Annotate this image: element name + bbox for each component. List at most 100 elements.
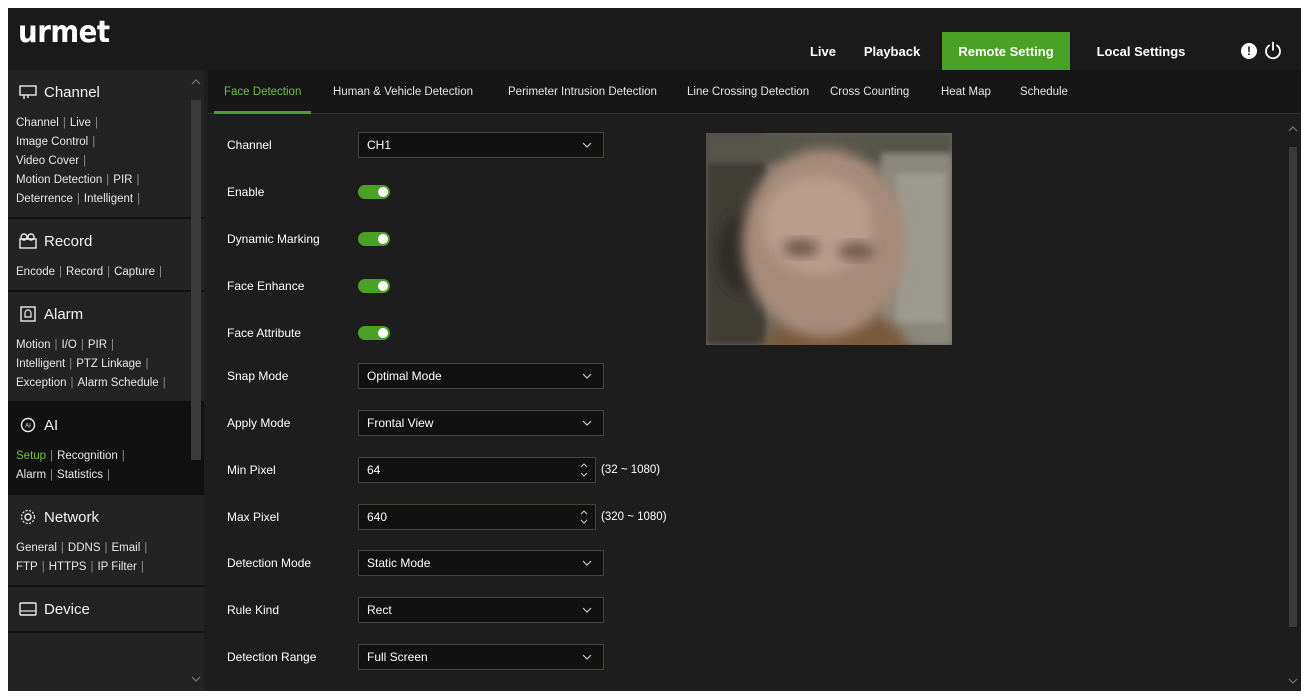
sidebar-link-capture[interactable]: Capture [114, 266, 155, 278]
separator: | [50, 450, 54, 462]
tab-human-vehicle-detection[interactable]: Human & Vehicle Detection [333, 70, 473, 114]
nav-local-settings[interactable]: Local Settings [1078, 32, 1204, 70]
sidebar-section-header[interactable]: Alarm [8, 292, 204, 336]
sidebar-link-pir[interactable]: PIR [88, 339, 107, 351]
sidebar-sections: Channel Channel | Live | Image Control | Video … [8, 70, 204, 633]
sidebar-link-image-control[interactable]: Image Control [16, 136, 88, 148]
sidebar-link-record[interactable]: Record [66, 266, 103, 278]
sidebar-link-recognition[interactable]: Recognition [57, 450, 118, 462]
channel-label: Channel [227, 138, 272, 152]
tab-face-detection[interactable]: Face Detection [213, 70, 312, 114]
sidebar-link-statistics[interactable]: Statistics [57, 469, 103, 481]
sidebar-link-video-cover[interactable]: Video Cover [16, 155, 79, 167]
sidebar-section-header[interactable]: Network [8, 495, 204, 539]
detection-range-value: Full Screen [367, 650, 428, 664]
channel-icon [18, 83, 38, 101]
sidebar-section-header[interactable]: Record [8, 219, 204, 263]
tab-perimeter-intrusion-detection[interactable]: Perimeter Intrusion Detection [508, 70, 657, 114]
snap-mode-select[interactable]: Optimal Mode [358, 363, 604, 389]
sidebar-link-pir[interactable]: PIR [113, 174, 132, 186]
tab-heat-map[interactable]: Heat Map [941, 70, 991, 114]
snap-mode-row: Snap Mode Optimal Mode [227, 363, 604, 389]
sidebar: Channel Channel | Live | Image Control | Video … [8, 70, 204, 691]
detection-mode-select[interactable]: Static Mode [358, 550, 604, 576]
face-attribute-row: Face Attribute [227, 320, 390, 346]
separator: | [80, 339, 84, 351]
separator: | [140, 561, 144, 573]
nav-playback[interactable]: Playback [846, 32, 938, 70]
sidebar-section-record: Record Encode | Record | Capture | [8, 219, 204, 292]
sidebar-link-ip-filter[interactable]: IP Filter [97, 561, 136, 573]
face-enhance-label: Face Enhance [227, 279, 305, 293]
tab-line-crossing-detection[interactable]: Line Crossing Detection [687, 70, 809, 114]
sidebar-link-motion-detection[interactable]: Motion Detection [16, 174, 102, 186]
sidebar-section-header[interactable]: Channel [8, 70, 204, 114]
apply-mode-select[interactable]: Frontal View [358, 410, 604, 436]
separator: | [54, 339, 58, 351]
channel-row: Channel CH1 [227, 132, 604, 158]
sidebar-subline: Motion Detection | PIR | [16, 171, 196, 190]
separator: | [107, 469, 111, 481]
enable-label: Enable [227, 185, 265, 199]
tab-schedule[interactable]: Schedule [1020, 70, 1068, 114]
nav-remote-setting[interactable]: Remote Setting [942, 32, 1070, 70]
sidebar-link-ftp[interactable]: FTP [16, 561, 38, 573]
min-pixel-value: 64 [367, 463, 381, 477]
nav-live[interactable]: Live [798, 32, 848, 70]
sidebar-sublinks: General | DDNS | Email | FTP | HTTPS | IP Filter | [8, 539, 204, 585]
alert-icon[interactable]: ! [1241, 43, 1257, 59]
sidebar-link-alarm[interactable]: Alarm [16, 469, 46, 481]
top-bar: urmet Live Playback Remote Setting Local… [8, 8, 1301, 70]
max-pixel-label: Max Pixel [227, 510, 280, 524]
sidebar-section-alarm: Alarm Motion | I/O | PIR | Intelligent | PTZ Link… [8, 292, 204, 403]
sidebar-scroll-thumb[interactable] [191, 100, 201, 460]
channel-select[interactable]: CH1 [358, 132, 604, 158]
min-pixel-label: Min Pixel [227, 463, 276, 477]
sidebar-section-title: Network [44, 508, 100, 526]
separator: | [69, 358, 73, 370]
sidebar-link-setup[interactable]: Setup [16, 450, 46, 462]
apply-mode-row: Apply Mode Frontal View [227, 410, 604, 436]
max-pixel-input[interactable]: 640 [358, 504, 596, 530]
sidebar-link-https[interactable]: HTTPS [49, 561, 87, 573]
separator: | [111, 339, 115, 351]
face-enhance-toggle[interactable] [358, 279, 390, 293]
sidebar-link-exception[interactable]: Exception [16, 377, 67, 389]
sidebar-section-header[interactable]: AI AI [8, 403, 204, 447]
rule-kind-label: Rule Kind [227, 603, 280, 617]
dynamic-marking-toggle[interactable] [358, 232, 390, 246]
sidebar-link-general[interactable]: General [16, 542, 57, 554]
sidebar-link-intelligent[interactable]: Intelligent [16, 358, 65, 370]
snap-mode-value: Optimal Mode [367, 369, 442, 383]
power-icon[interactable] [1262, 40, 1284, 62]
max-pixel-row: Max Pixel 640 (320 ~ 1080) [227, 504, 667, 530]
sidebar-link-channel[interactable]: Channel [16, 117, 59, 129]
separator: | [104, 542, 108, 554]
sidebar-link-ddns[interactable]: DDNS [68, 542, 101, 554]
sidebar-link-motion[interactable]: Motion [16, 339, 51, 351]
detection-range-select[interactable]: Full Screen [358, 644, 604, 670]
dynamic-marking-row: Dynamic Marking [227, 226, 390, 252]
sidebar-link-alarm-schedule[interactable]: Alarm Schedule [78, 377, 159, 389]
sidebar-sublinks: Motion | I/O | PIR | Intelligent | PTZ Linkage | E… [8, 336, 204, 401]
sidebar-link-deterrence[interactable]: Deterrence [16, 193, 73, 205]
main-scroll-thumb[interactable] [1289, 147, 1297, 627]
rule-kind-select[interactable]: Rect [358, 597, 604, 623]
sidebar-section-channel: Channel Channel | Live | Image Control | Video … [8, 70, 204, 219]
spinner-arrows-icon[interactable] [579, 460, 589, 480]
sidebar-section-header[interactable]: Device [8, 587, 204, 631]
sidebar-link-live[interactable]: Live [70, 117, 91, 129]
sidebar-link-i-o[interactable]: I/O [62, 339, 77, 351]
spinner-arrows-icon[interactable] [579, 507, 589, 527]
tab-cross-counting[interactable]: Cross Counting [830, 70, 909, 114]
sidebar-link-ptz-linkage[interactable]: PTZ Linkage [76, 358, 141, 370]
sidebar-link-email[interactable]: Email [112, 542, 141, 554]
sidebar-link-encode[interactable]: Encode [16, 266, 55, 278]
min-pixel-input[interactable]: 64 [358, 457, 596, 483]
enable-toggle[interactable] [358, 185, 390, 199]
separator: | [41, 561, 45, 573]
main-panel: Channel CH1 Enable Dynamic Marking Face … [208, 115, 1301, 691]
camera-preview[interactable] [706, 133, 952, 345]
sidebar-link-intelligent[interactable]: Intelligent [84, 193, 133, 205]
face-attribute-toggle[interactable] [358, 326, 390, 340]
